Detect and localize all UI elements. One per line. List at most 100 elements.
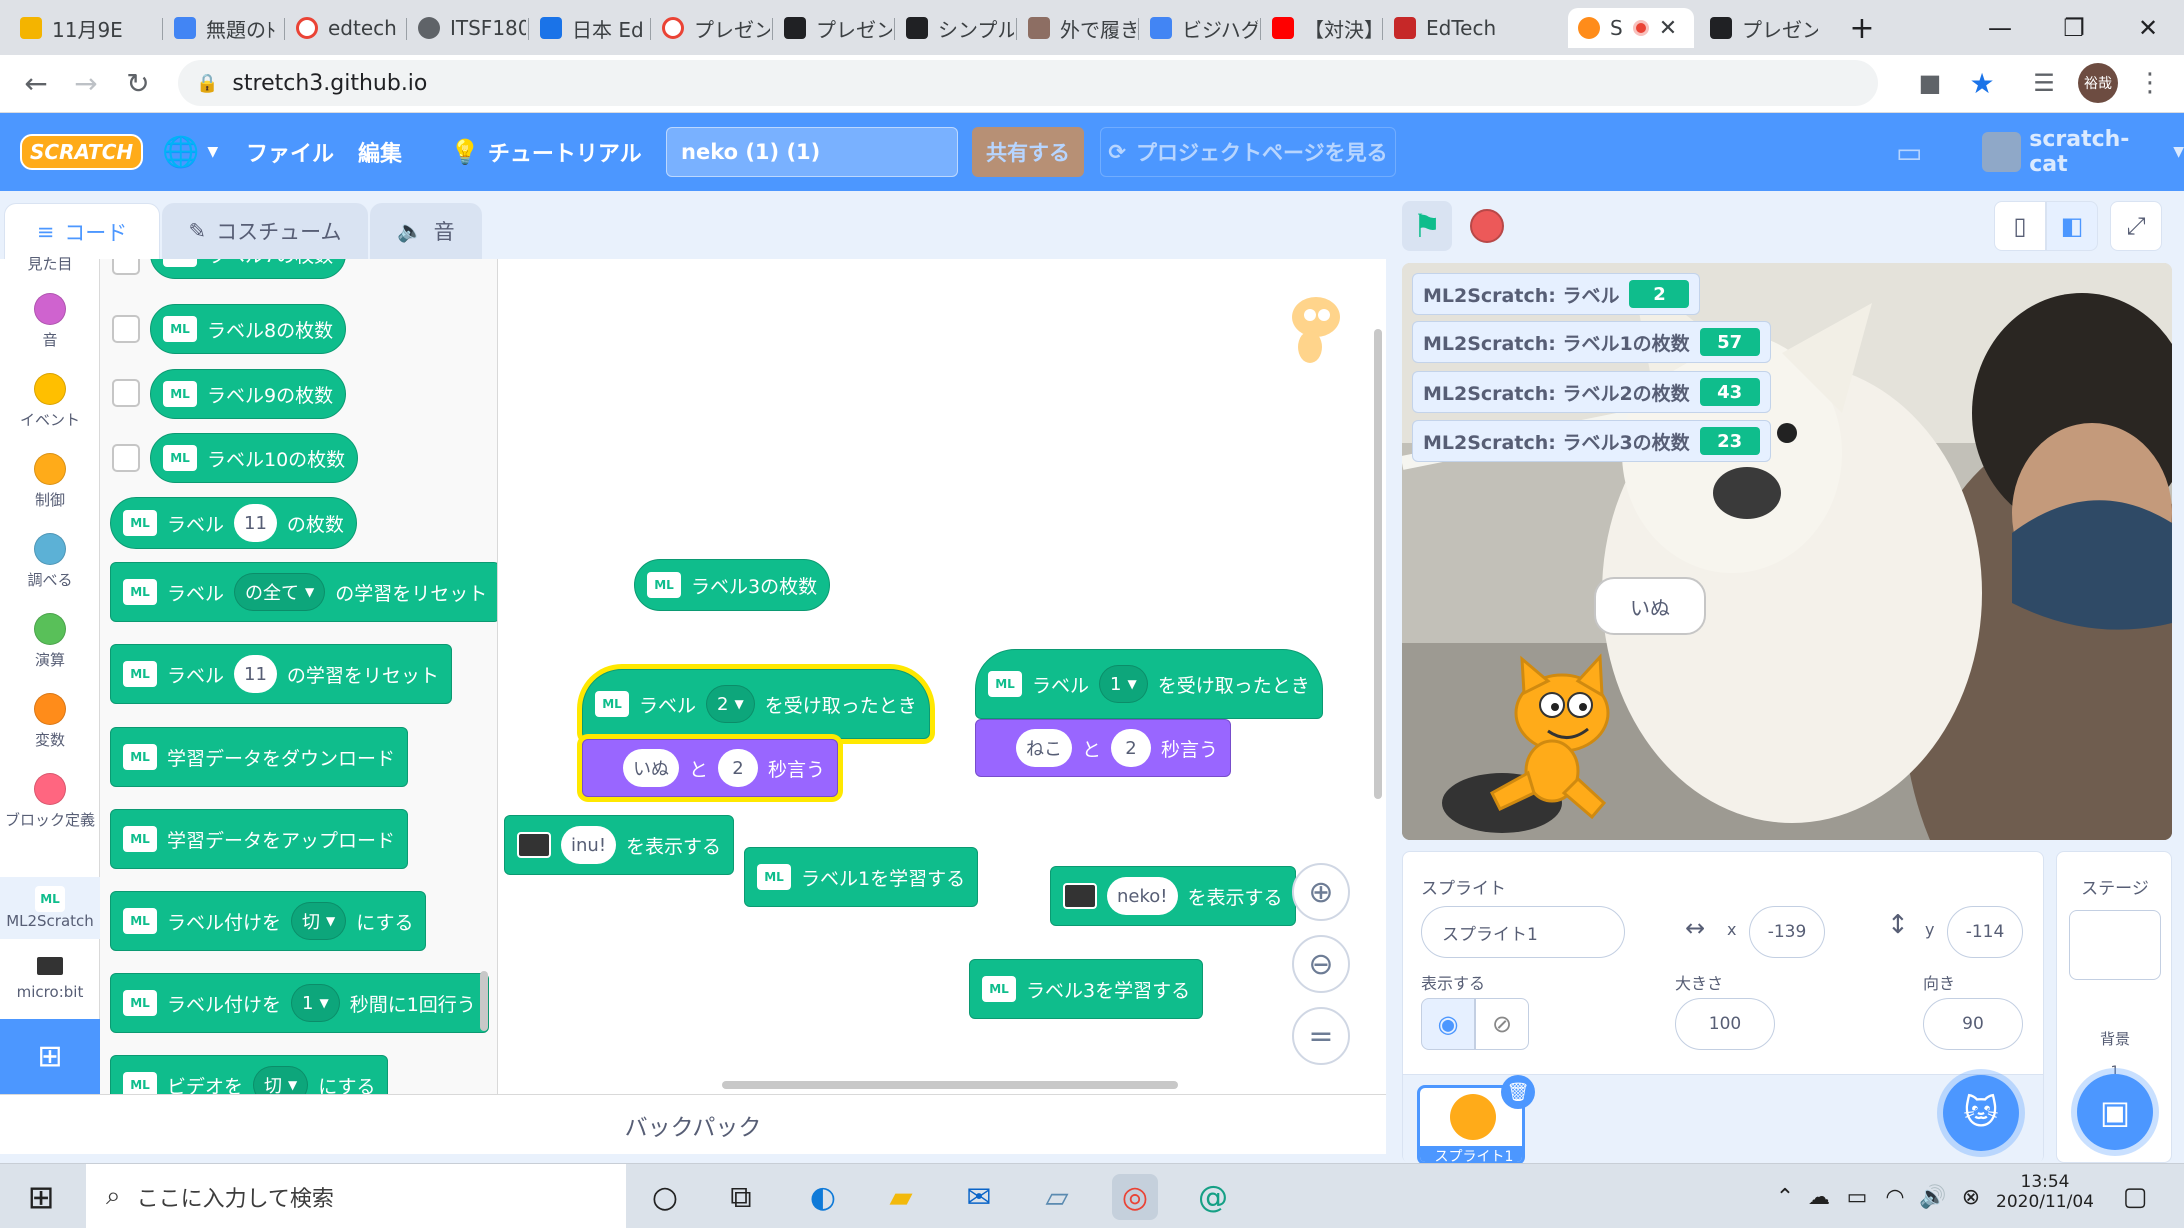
- number-input[interactable]: 2: [1111, 729, 1152, 767]
- menu-edit[interactable]: 編集: [358, 113, 402, 191]
- variable-monitor[interactable]: ML2Scratch: ラベル1の枚数 57: [1412, 321, 1771, 363]
- category-looks[interactable]: 見た目: [0, 253, 100, 274]
- palette-block[interactable]: ML 学習データをダウンロード: [110, 727, 409, 787]
- scratch-logo[interactable]: SCRATCH: [20, 113, 144, 191]
- minimize-icon[interactable]: —: [1970, 8, 2030, 48]
- show-sprite-eye-icon[interactable]: ◉: [1421, 998, 1475, 1050]
- workspace-reporter-block[interactable]: ML ラベル3の枚数: [634, 559, 831, 611]
- microbit-display-block[interactable]: inu! を表示する: [504, 815, 735, 875]
- restore-icon[interactable]: ❐: [2044, 8, 2104, 48]
- palette-block[interactable]: ML ラベル10の枚数: [150, 433, 359, 483]
- palette-scrollbar[interactable]: [480, 971, 488, 1031]
- large-stage-icon[interactable]: ◧: [2046, 201, 2098, 251]
- browser-tab-active[interactable]: S ✕: [1568, 8, 1694, 48]
- task-view-icon[interactable]: ⧉: [718, 1174, 764, 1220]
- monitor-checkbox[interactable]: [112, 315, 140, 343]
- stop-icon[interactable]: [1470, 209, 1504, 243]
- small-stage-icon[interactable]: ▯: [1994, 201, 2046, 251]
- dropdown[interactable]: 2 ▼: [706, 685, 755, 723]
- close-window-icon[interactable]: ✕: [2118, 8, 2178, 48]
- tab-code[interactable]: ≡ コード: [4, 203, 160, 259]
- windows-start-icon[interactable]: ⊞: [18, 1174, 64, 1220]
- taskbar-search-box[interactable]: ⌕ ここに入力して検索: [86, 1164, 626, 1229]
- input-method-icon[interactable]: ⊗: [1948, 1174, 1994, 1220]
- dropdown[interactable]: 1 ▼: [291, 984, 340, 1022]
- train-label-block[interactable]: ML ラベル1を学習する: [744, 847, 979, 907]
- notification-icon[interactable]: ▢: [2112, 1174, 2158, 1220]
- number-input[interactable]: 11: [234, 655, 277, 693]
- say-for-secs-block[interactable]: ねこと 2 秒言う: [975, 719, 1232, 777]
- close-tab-icon[interactable]: ✕: [1659, 16, 1677, 41]
- number-input[interactable]: 11: [234, 504, 277, 542]
- when-label-received-hat-block[interactable]: ML ラベル 1 ▼ を受け取ったとき: [975, 649, 1323, 719]
- size-input[interactable]: 100: [1675, 998, 1775, 1050]
- browser-tab[interactable]: 外で履き: [1018, 8, 1136, 48]
- palette-block[interactable]: ML ラベル9の枚数: [150, 369, 347, 419]
- train-label-block[interactable]: ML ラベル3を学習する: [969, 959, 1204, 1019]
- palette-block[interactable]: ML ビデオを切 ▼ にする: [110, 1055, 389, 1094]
- chrome-icon[interactable]: ◎: [1112, 1174, 1158, 1220]
- reload-icon[interactable]: ↻: [118, 63, 158, 103]
- say-for-secs-block[interactable]: いぬと 2 秒言う: [582, 739, 839, 797]
- browser-tab[interactable]: ITSF180: [408, 8, 526, 48]
- category-variables[interactable]: 変数: [0, 693, 100, 750]
- category-sensing[interactable]: 調べる: [0, 533, 100, 590]
- zoom-reset-icon[interactable]: =: [1292, 1007, 1350, 1065]
- number-input[interactable]: 2: [718, 749, 759, 787]
- see-project-page-button[interactable]: ⟳ プロジェクトページを見る: [1100, 127, 1396, 177]
- language-globe-icon[interactable]: 🌐 ▼: [162, 113, 218, 191]
- category-ml2scratch[interactable]: ML ML2Scratch: [0, 877, 100, 939]
- variable-monitor[interactable]: ML2Scratch: ラベル 2: [1412, 273, 1701, 315]
- vertical-scrollbar[interactable]: [1374, 329, 1382, 799]
- category-my-blocks[interactable]: ブロック定義: [0, 773, 100, 830]
- dropdown[interactable]: 切 ▼: [291, 902, 347, 940]
- browser-tab[interactable]: プレゼン: [1700, 8, 1818, 48]
- share-button[interactable]: 共有する: [972, 127, 1084, 177]
- x-position-input[interactable]: -139: [1749, 906, 1825, 958]
- at-app-icon[interactable]: @: [1190, 1174, 1236, 1220]
- project-title-input[interactable]: neko (1) (1): [666, 127, 958, 177]
- cortana-icon[interactable]: ○: [642, 1174, 688, 1220]
- browser-tab[interactable]: EdTech: [1384, 8, 1502, 48]
- text-input[interactable]: ねこ: [1016, 729, 1072, 767]
- text-input[interactable]: いぬ: [623, 749, 679, 787]
- palette-block[interactable]: ML ラベル 11 の枚数: [110, 497, 357, 549]
- stage[interactable]: ML2Scratch: ラベル 2 ML2Scratch: ラベル1の枚数 57 M…: [1402, 263, 2172, 840]
- user-menu[interactable]: scratch-cat ▼: [1982, 113, 2184, 191]
- new-tab-button[interactable]: +: [1832, 8, 1892, 48]
- bookmark-star-icon[interactable]: ★: [1962, 63, 2002, 103]
- address-bar[interactable]: 🔒 stretch3.github.io: [178, 60, 1878, 106]
- profile-avatar[interactable]: 裕哉: [2078, 63, 2118, 103]
- palette-block[interactable]: ML ラベル付けを 1 ▼ 秒間に1回行う: [110, 973, 489, 1033]
- code-workspace[interactable]: ML ラベル3の枚数 ML ラベル 2 ▼ を受け取ったとき いぬと 2 秒言う ML ラベル 1…: [498, 259, 1386, 1094]
- zoom-in-icon[interactable]: ⊕: [1292, 863, 1350, 921]
- sprite-name-input[interactable]: スプライト1: [1421, 906, 1625, 958]
- variable-monitor[interactable]: ML2Scratch: ラベル3の枚数 23: [1412, 420, 1771, 462]
- delete-sprite-icon[interactable]: 🗑: [1501, 1075, 1535, 1109]
- add-sprite-icon[interactable]: 🐱: [1943, 1075, 2019, 1151]
- tab-costume[interactable]: ✎ コスチューム: [162, 203, 368, 259]
- fullscreen-icon[interactable]: ⤢: [2110, 201, 2162, 251]
- taskbar-clock[interactable]: 13:54 2020/11/04: [1990, 1172, 2100, 1212]
- menu-file[interactable]: ファイル: [246, 113, 334, 191]
- palette-block[interactable]: ML ラベル8の枚数: [150, 304, 347, 354]
- mail-icon[interactable]: ✉: [956, 1174, 1002, 1220]
- reading-list-icon[interactable]: ☰: [2024, 63, 2064, 103]
- add-backdrop-icon[interactable]: ▣: [2077, 1074, 2153, 1150]
- browser-tab[interactable]: 無題のﾄ: [164, 8, 282, 48]
- direction-input[interactable]: 90: [1923, 998, 2023, 1050]
- text-input[interactable]: inu!: [561, 826, 617, 864]
- category-control[interactable]: 制御: [0, 453, 100, 510]
- dropdown[interactable]: の全て ▼: [234, 573, 326, 611]
- browser-tab[interactable]: 11月9E: [10, 8, 160, 48]
- browser-tab[interactable]: ビジハグ: [1140, 8, 1258, 48]
- monitor-checkbox[interactable]: [112, 444, 140, 472]
- app-icon[interactable]: ▱: [1034, 1174, 1080, 1220]
- text-input[interactable]: neko!: [1107, 877, 1178, 915]
- palette-block[interactable]: MLラベル7の枚数: [150, 259, 347, 279]
- microbit-display-block[interactable]: neko! を表示する: [1050, 866, 1296, 926]
- more-menu-icon[interactable]: ⋮: [2130, 63, 2170, 103]
- palette-block[interactable]: ML ラベル付けを切 ▼ にする: [110, 891, 427, 951]
- scratch-cat-sprite[interactable]: [1482, 653, 1622, 823]
- edge-icon[interactable]: ◐: [800, 1174, 846, 1220]
